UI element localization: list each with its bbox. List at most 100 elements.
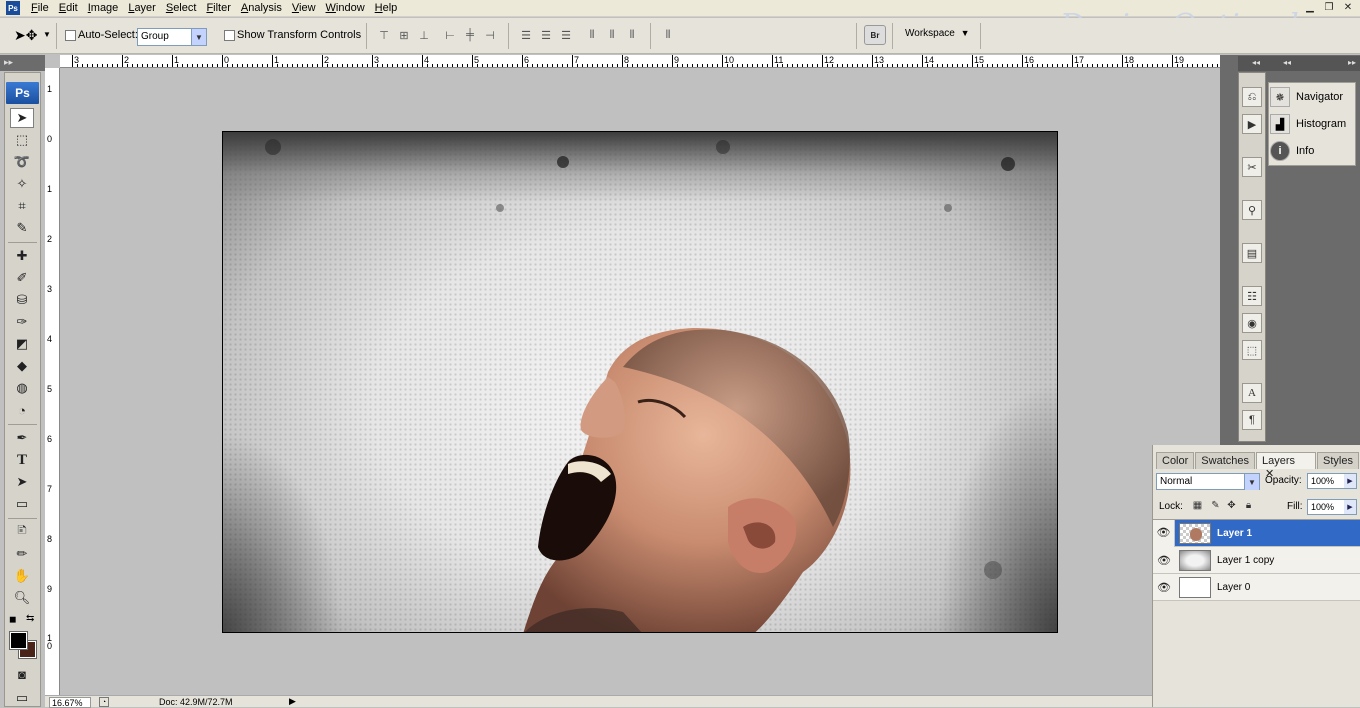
marquee-tool-icon[interactable]: ⬚: [10, 130, 34, 150]
tool-presets-icon[interactable]: ✂: [1242, 157, 1262, 177]
screen-mode-icon[interactable]: ▭: [10, 688, 34, 708]
zoom-tool-icon[interactable]: 🔍︎: [10, 588, 34, 608]
crop-tool-icon[interactable]: ⌗: [10, 196, 34, 216]
align-hcenter-icon[interactable]: ╪: [462, 28, 478, 42]
opacity-field[interactable]: 100% ▶: [1307, 473, 1357, 489]
bridge-icon[interactable]: Br: [864, 25, 886, 45]
fill-field[interactable]: 100% ▶: [1307, 499, 1357, 515]
layer-comps-icon[interactable]: ☷: [1242, 286, 1262, 306]
move-tool-preset-icon[interactable]: ➤✥: [14, 27, 37, 44]
distribute-vcenter-icon[interactable]: ☰: [538, 28, 554, 42]
align-right-icon[interactable]: ⊣: [482, 28, 498, 42]
history-panel-icon[interactable]: ⎌: [1242, 87, 1262, 107]
tab-styles[interactable]: Styles: [1317, 452, 1359, 469]
slider-arrow-icon[interactable]: ▶: [1344, 474, 1356, 488]
paths-panel-icon[interactable]: ⬚: [1242, 340, 1262, 360]
collapse-icon[interactable]: ◂◂: [1283, 58, 1291, 67]
menu-edit[interactable]: Edit: [54, 2, 83, 14]
blend-mode-dropdown[interactable]: Normal ▼: [1156, 473, 1260, 490]
workspace-button[interactable]: Workspace ▼: [905, 28, 970, 39]
move-tool-icon[interactable]: ➤: [10, 108, 34, 128]
magic-wand-icon[interactable]: ✧: [10, 174, 34, 194]
history-brush-icon[interactable]: ✑: [10, 312, 34, 332]
info-item[interactable]: i Info: [1270, 139, 1354, 163]
show-transform-label: Show Transform Controls: [237, 29, 362, 41]
blur-tool-icon[interactable]: ◍: [10, 378, 34, 398]
brush-tool-icon[interactable]: ✐: [10, 268, 34, 288]
swap-colors-icon[interactable]: ⇆: [26, 613, 34, 624]
eye-icon[interactable]: 👁︎: [1153, 519, 1175, 547]
distribute-left-icon[interactable]: ⦀: [584, 28, 600, 42]
align-top-icon[interactable]: ⊤: [376, 28, 392, 42]
paragraph-panel-icon[interactable]: ¶: [1242, 410, 1262, 430]
dock-collapse-bar[interactable]: ◂◂ ◂◂ ▸▸: [1238, 56, 1360, 71]
distribute-bottom-icon[interactable]: ☰: [558, 28, 574, 42]
lock-all-icon[interactable]: 🔒︎: [1242, 499, 1255, 512]
navigator-item[interactable]: ✵ Navigator: [1270, 85, 1354, 109]
menu-layer[interactable]: Layer: [123, 2, 161, 14]
auto-select-dropdown[interactable]: Group ▼: [137, 28, 207, 46]
tab-layers[interactable]: Layers ✕: [1256, 452, 1317, 480]
lasso-tool-icon[interactable]: ➰: [10, 152, 34, 172]
lock-pixels-icon[interactable]: ✎: [1209, 499, 1222, 512]
shape-tool-icon[interactable]: ▭: [10, 494, 34, 514]
layer-row[interactable]: 👁︎ Layer 1 copy: [1153, 547, 1360, 574]
menu-help[interactable]: Help: [370, 2, 403, 14]
document-canvas[interactable]: [222, 131, 1058, 633]
layer-row[interactable]: 👁︎ Layer 0: [1153, 574, 1360, 601]
actions-panel-icon[interactable]: ▶: [1242, 114, 1262, 134]
zoom-level-field[interactable]: 16.67%: [49, 697, 91, 708]
paint-bucket-icon[interactable]: ◆: [10, 356, 34, 376]
menu-image[interactable]: Image: [83, 2, 124, 14]
eraser-tool-icon[interactable]: ◩: [10, 334, 34, 354]
eyedropper-icon[interactable]: ✏: [10, 544, 34, 564]
status-arrow-icon[interactable]: ▶: [289, 696, 296, 707]
expand-icon[interactable]: ▸▸: [1348, 58, 1356, 67]
collapse-icon[interactable]: ◂◂: [1252, 58, 1260, 67]
channels-panel-icon[interactable]: ◉: [1242, 313, 1262, 333]
status-menu-icon[interactable]: ◔: [99, 697, 109, 707]
pen-tool-icon[interactable]: ✒: [10, 428, 34, 448]
notes-tool-icon[interactable]: 🗈: [10, 522, 34, 542]
menu-view[interactable]: View: [287, 2, 321, 14]
distribute-hcenter-icon[interactable]: ⦀: [604, 28, 620, 42]
menu-filter[interactable]: Filter: [201, 2, 235, 14]
auto-select-checkbox[interactable]: [65, 30, 76, 41]
foreground-color-swatch[interactable]: [9, 631, 28, 650]
eye-icon[interactable]: 👁︎: [1153, 554, 1175, 567]
chevron-down-icon[interactable]: ▼: [43, 30, 51, 39]
slider-arrow-icon[interactable]: ▶: [1344, 500, 1356, 514]
clone-stamp-icon[interactable]: ⛁: [10, 290, 34, 310]
character-panel-icon[interactable]: A: [1242, 383, 1262, 403]
info-panel-icon[interactable]: ▤: [1242, 243, 1262, 263]
histogram-item[interactable]: ▟ Histogram: [1270, 112, 1354, 136]
distribute-right-icon[interactable]: ⦀: [624, 28, 640, 42]
type-tool-icon[interactable]: T: [10, 450, 34, 470]
healing-brush-icon[interactable]: ✚: [10, 246, 34, 266]
menu-analysis[interactable]: Analysis: [236, 2, 287, 14]
lock-transparent-icon[interactable]: ▦: [1191, 499, 1204, 512]
align-bottom-icon[interactable]: ⊥: [416, 28, 432, 42]
default-colors-icon[interactable]: ◼: [9, 614, 16, 625]
align-left-icon[interactable]: ⊢: [442, 28, 458, 42]
quick-mask-icon[interactable]: ◙: [10, 664, 34, 684]
hand-tool-icon[interactable]: ✋: [10, 566, 34, 586]
menu-file[interactable]: File: [26, 2, 54, 14]
distribute-top-icon[interactable]: ☰: [518, 28, 534, 42]
path-selection-icon[interactable]: ➤: [10, 472, 34, 492]
tab-color[interactable]: Color: [1156, 452, 1195, 469]
layer-row[interactable]: 👁︎ Layer 1: [1153, 519, 1360, 547]
show-transform-checkbox[interactable]: [224, 30, 235, 41]
slice-tool-icon[interactable]: ✎: [10, 218, 34, 238]
toolbox-collapse-bar[interactable]: ▸▸: [0, 55, 45, 71]
menu-window[interactable]: Window: [321, 2, 370, 14]
navigator-icon: ✵: [1270, 87, 1290, 107]
brushes-panel-icon[interactable]: ⚲: [1242, 200, 1262, 220]
lock-position-icon[interactable]: ✥: [1225, 499, 1238, 512]
dodge-tool-icon[interactable]: ◔: [10, 400, 34, 420]
menu-select[interactable]: Select: [161, 2, 202, 14]
tab-swatches[interactable]: Swatches: [1195, 452, 1255, 469]
eye-icon[interactable]: 👁︎: [1153, 581, 1175, 594]
auto-align-icon[interactable]: ⦀: [660, 28, 676, 42]
align-vcenter-icon[interactable]: ⊞: [396, 28, 412, 42]
